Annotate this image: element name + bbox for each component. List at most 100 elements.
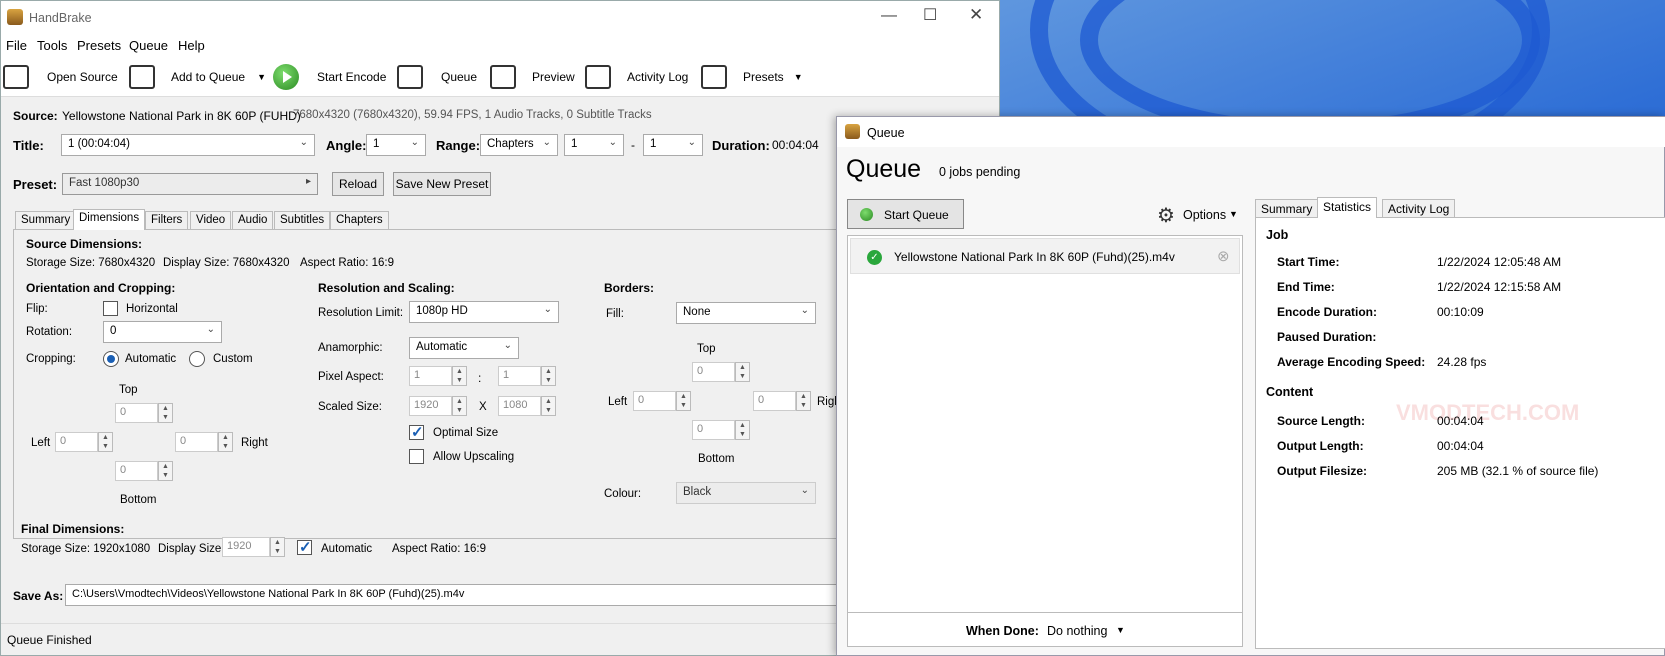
queue-item[interactable]: ✓ Yellowstone National Park In 8K 60P (F… [850, 238, 1240, 274]
range-to-select[interactable]: 1 ⌄ [643, 134, 703, 156]
allow-upscaling-checkbox[interactable] [409, 449, 424, 464]
spinner-arrows-icon[interactable]: ▲ ▼ [218, 432, 233, 452]
tab-statistics[interactable]: Statistics [1317, 197, 1378, 218]
spinner-arrows-icon[interactable]: ▲ ▼ [796, 391, 811, 411]
queue-button[interactable]: Queue [397, 57, 477, 97]
tab-audio[interactable]: Audio [232, 211, 274, 229]
final-automatic-checkbox[interactable] [297, 538, 312, 556]
scaled-height-input[interactable]: 1080 ▲ ▼ [498, 396, 556, 416]
range-type-select[interactable]: Chapters ⌄ [480, 134, 558, 156]
open-source-button[interactable]: Open Source [3, 57, 118, 97]
border-left-input[interactable]: 0 ▲ ▼ [633, 391, 691, 411]
start-encode-button[interactable]: Start Encode [273, 57, 386, 97]
minimize-icon[interactable]: — [881, 7, 897, 25]
final-display-size-input[interactable]: 1920 ▲ ▼ [222, 537, 285, 557]
pixel-aspect-width-input[interactable]: 1 ▲ ▼ [409, 366, 467, 386]
chevron-right-icon: ▸ [305, 176, 311, 187]
anamorphic-select[interactable]: Automatic ⌄ [409, 337, 519, 359]
optimal-size-checkbox[interactable] [409, 423, 424, 441]
output-filesize-label: Output Filesize: [1277, 464, 1367, 478]
crop-left-input[interactable]: 0 ▲ ▼ [55, 432, 113, 452]
preview-label: Preview [532, 70, 575, 84]
tab-subtitles[interactable]: Subtitles [274, 211, 331, 229]
tab-activity-log[interactable]: Activity Log [1382, 199, 1456, 218]
spinner-arrows-icon[interactable]: ▲ ▼ [158, 461, 173, 481]
spinner-arrows-icon[interactable]: ▲ ▼ [452, 366, 467, 386]
cropping-label: Cropping: [26, 353, 76, 365]
preset-label: Preset: [13, 177, 58, 192]
crop-top-input[interactable]: 0 ▲ ▼ [115, 403, 173, 423]
spinner-arrows-icon[interactable]: ▲ ▼ [98, 432, 113, 452]
spinner-arrows-icon[interactable]: ▲ ▼ [541, 396, 556, 416]
tab-filters[interactable]: Filters [145, 211, 189, 229]
menu-presets[interactable]: Presets [77, 38, 121, 53]
start-queue-button[interactable]: Start Queue [847, 199, 964, 229]
avg-speed-value: 24.28 fps [1437, 355, 1487, 369]
pixel-aspect-height-input[interactable]: 1 ▲ ▼ [498, 366, 556, 386]
preset-select[interactable]: Fast 1080p30 ▸ [62, 173, 318, 195]
range-from-select[interactable]: 1 ⌄ [564, 134, 624, 156]
border-bottom-input[interactable]: 0 ▲ ▼ [692, 420, 750, 440]
spinner-arrows-icon[interactable]: ▲ ▼ [452, 396, 467, 416]
angle-select[interactable]: 1 ⌄ [366, 134, 426, 156]
tab-video[interactable]: Video [190, 211, 232, 229]
spinner-arrows-icon[interactable]: ▲ ▼ [270, 537, 285, 557]
chevron-down-icon[interactable]: ▼ [257, 72, 266, 82]
fill-select[interactable]: None ⌄ [676, 302, 816, 324]
colour-select[interactable]: Black ⌄ [676, 482, 816, 504]
spinner-arrows-icon[interactable]: ▲ ▼ [676, 391, 691, 411]
menu-tools[interactable]: Tools [37, 38, 67, 53]
menu-help[interactable]: Help [178, 38, 205, 53]
gear-icon[interactable]: ⚙ [1157, 203, 1175, 228]
source-length-label: Source Length: [1277, 414, 1366, 428]
add-to-queue-button[interactable]: Add to Queue ▼ [129, 57, 266, 97]
scaled-width-input[interactable]: 1920 ▲ ▼ [409, 396, 467, 416]
when-done-select[interactable]: Do nothing [1047, 624, 1107, 638]
chevron-down-icon: ⌄ [800, 305, 809, 316]
spinner-arrows-icon[interactable]: ▲ ▼ [158, 403, 173, 423]
save-new-preset-button[interactable]: Save New Preset [393, 172, 491, 196]
close-icon[interactable]: ✕ [969, 5, 983, 25]
spinner-arrows-icon[interactable]: ▲ ▼ [735, 362, 750, 382]
pixel-aspect-width-value: 1 [414, 369, 421, 381]
tab-summary[interactable]: Summary [1255, 199, 1319, 218]
reload-button[interactable]: Reload [332, 172, 384, 196]
menu-file[interactable]: File [6, 38, 27, 53]
resolution-limit-select[interactable]: 1080p HD ⌄ [409, 301, 559, 323]
resolution-limit-value: 1080p HD [416, 305, 468, 317]
source-storage-size: Storage Size: 7680x4320 [26, 257, 156, 269]
crop-bottom-input[interactable]: 0 ▲ ▼ [115, 461, 173, 481]
activity-log-button[interactable]: Activity Log [585, 57, 688, 97]
preview-button[interactable]: Preview [490, 57, 575, 97]
rotation-select[interactable]: 0 ⌄ [103, 321, 222, 343]
crop-right-input[interactable]: 0 ▲ ▼ [175, 432, 233, 452]
spinner-arrows-icon[interactable]: ▲ ▼ [735, 420, 750, 440]
options-button[interactable]: Options [1183, 208, 1226, 222]
spinner-arrows-icon[interactable]: ▲ ▼ [541, 366, 556, 386]
tab-summary[interactable]: Summary [15, 211, 77, 229]
menu-queue[interactable]: Queue [129, 38, 168, 53]
log-icon [585, 65, 611, 89]
range-label: Range: [436, 138, 481, 153]
border-top-input[interactable]: 0 ▲ ▼ [692, 362, 750, 382]
presets-button[interactable]: Presets ▼ [701, 57, 803, 97]
remove-item-icon[interactable]: ⊗ [1217, 247, 1230, 265]
range-type-value: Chapters [487, 138, 534, 150]
title-select[interactable]: 1 (00:04:04) ⌄ [61, 134, 315, 156]
border-right-input[interactable]: 0 ▲ ▼ [753, 391, 811, 411]
job-heading: Job [1266, 228, 1289, 242]
border-right-value: 0 [758, 394, 765, 406]
chevron-down-icon[interactable]: ▼ [1116, 625, 1125, 635]
play-icon [860, 208, 873, 221]
border-left-value: 0 [638, 394, 645, 406]
tab-dimensions[interactable]: Dimensions [73, 209, 146, 230]
chevron-down-icon[interactable]: ▼ [794, 72, 803, 82]
scaled-size-label: Scaled Size: [318, 401, 382, 413]
flip-horizontal-checkbox[interactable] [103, 301, 118, 316]
cropping-custom-radio[interactable] [189, 351, 205, 367]
queue-title-bar: Queue [837, 117, 1665, 147]
cropping-automatic-radio[interactable] [103, 351, 119, 367]
tab-chapters[interactable]: Chapters [330, 211, 389, 229]
chevron-down-icon[interactable]: ▼ [1229, 209, 1238, 219]
maximize-icon[interactable]: ☐ [923, 5, 937, 25]
